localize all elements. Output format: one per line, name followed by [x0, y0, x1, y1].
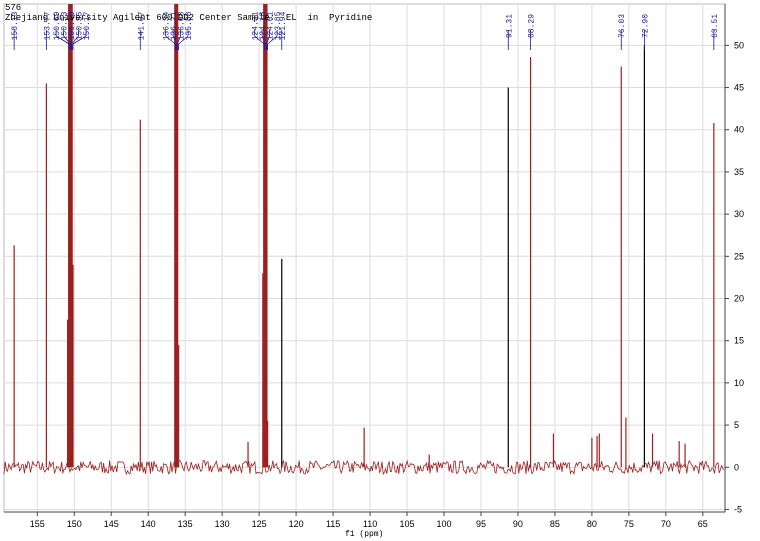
- y-tick-label: 50: [734, 40, 744, 50]
- x-tick-label: 80: [587, 519, 597, 529]
- experiment-number: 576: [5, 3, 22, 13]
- y-tick-label: -5: [734, 504, 742, 514]
- peak-label: 63.51: [711, 14, 720, 38]
- y-tick-label: 10: [734, 378, 744, 388]
- y-tick-label: 20: [734, 294, 744, 304]
- peak-label: 76.03: [618, 14, 627, 38]
- x-tick-label: 65: [698, 519, 708, 529]
- x-tick-label: 75: [624, 519, 634, 529]
- x-tick-label: 140: [141, 519, 156, 529]
- y-tick-label: 30: [734, 209, 744, 219]
- peak-label: 91.31: [505, 14, 514, 38]
- y-tick-label: 5: [734, 420, 739, 430]
- y-tick-label: 40: [734, 125, 744, 135]
- peak-label: 72.90: [641, 14, 650, 38]
- y-tick-label: 45: [734, 83, 744, 93]
- x-tick-label: 150: [67, 519, 82, 529]
- x-tick-label: 145: [104, 519, 119, 529]
- y-tick-label: 35: [734, 167, 744, 177]
- x-tick-label: 90: [513, 519, 523, 529]
- x-tick-label: 130: [215, 519, 230, 529]
- x-tick-label: 155: [30, 519, 45, 529]
- x-tick-label: 95: [476, 519, 486, 529]
- y-tick-label: 25: [734, 251, 744, 261]
- x-tick-label: 120: [289, 519, 304, 529]
- nmr-spectrum-chart: 155 150 145 140 135 130 125 120 115 110 105 100 95 90…: [3, 3, 744, 529]
- spectrum-title: Zhejiang University Agilent 600 DD2 Cent…: [5, 13, 373, 23]
- x-tick-label: 100: [436, 519, 451, 529]
- x-axis-label: f1 (ppm): [345, 530, 384, 539]
- x-tick-label: 135: [178, 519, 193, 529]
- peak-label: 88.29: [528, 14, 537, 38]
- x-tick-label: 85: [550, 519, 560, 529]
- x-tick-label: 70: [661, 519, 671, 529]
- y-tick-label: 0: [734, 462, 739, 472]
- y-tick-label: 15: [734, 336, 744, 346]
- x-tick-label: 115: [326, 519, 340, 529]
- x-tick-label: 105: [400, 519, 415, 529]
- x-tick-label: 110: [363, 519, 377, 529]
- x-tick-label: 125: [252, 519, 267, 529]
